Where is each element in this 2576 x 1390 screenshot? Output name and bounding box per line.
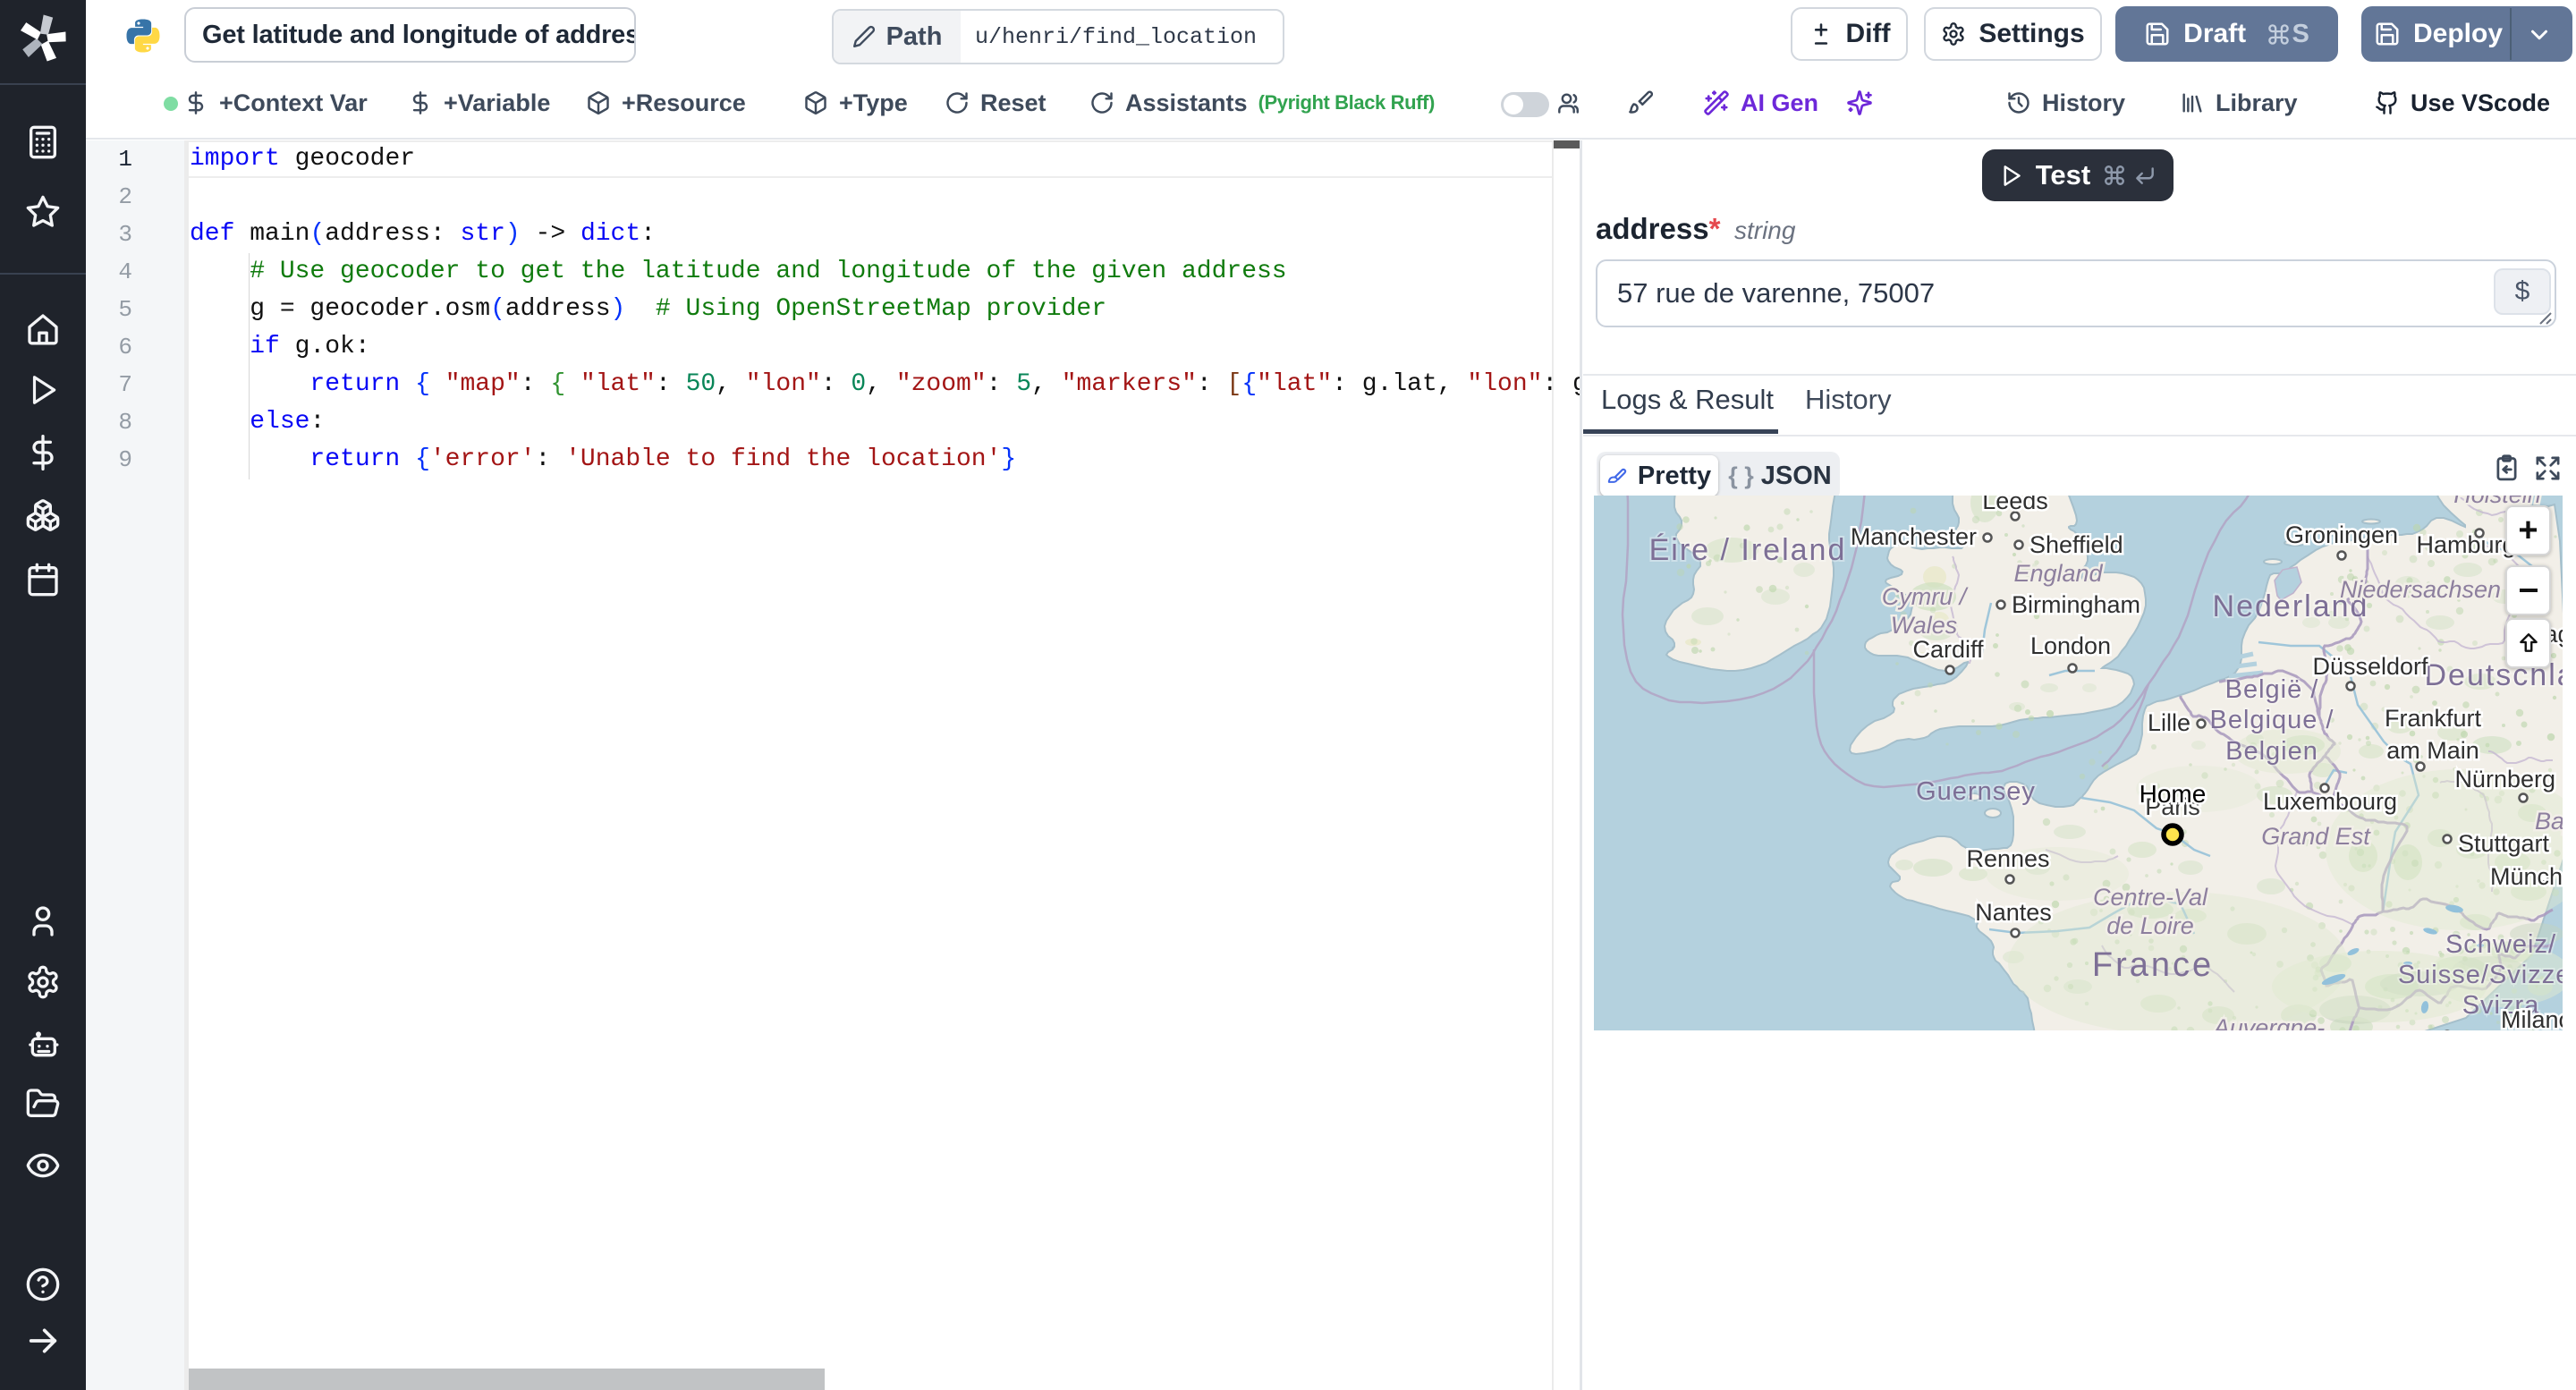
svg-text:Auvergne-: Auvergne- bbox=[2212, 1014, 2326, 1030]
svg-text:Sheffield: Sheffield bbox=[2029, 531, 2123, 558]
svg-text:am Main: am Main bbox=[2386, 737, 2479, 764]
svg-text:Milano: Milano bbox=[2501, 1006, 2563, 1030]
svg-text:België /: België / bbox=[2225, 675, 2319, 704]
svg-text:Guernsey: Guernsey bbox=[1916, 777, 2036, 806]
svg-text:Nantes: Nantes bbox=[1975, 899, 2052, 926]
svg-text:Belgien: Belgien bbox=[2225, 737, 2318, 766]
svg-text:Groningen: Groningen bbox=[2285, 521, 2398, 548]
svg-text:de Loire: de Loire bbox=[2106, 912, 2194, 939]
svg-text:Grand Est: Grand Est bbox=[2261, 823, 2371, 850]
svg-text:Düsseldorf: Düsseldorf bbox=[2312, 653, 2428, 680]
svg-text:Belgique /: Belgique / bbox=[2210, 706, 2334, 734]
svg-text:Manchester: Manchester bbox=[1851, 523, 1977, 550]
svg-text:Leeds: Leeds bbox=[1982, 496, 2048, 514]
svg-text:Centre-Val: Centre-Val bbox=[2093, 884, 2208, 911]
svg-text:France: France bbox=[2092, 946, 2214, 984]
svg-text:Éire / Ireland: Éire / Ireland bbox=[1649, 533, 1847, 567]
svg-text:Cardiff: Cardiff bbox=[1912, 636, 1984, 663]
svg-text:Suisse/Svizzera/: Suisse/Svizzera/ bbox=[2398, 961, 2563, 989]
svg-text:Frankfurt: Frankfurt bbox=[2385, 705, 2482, 732]
svg-text:Niedersachsen: Niedersachsen bbox=[2340, 576, 2501, 603]
svg-text:München: München bbox=[2490, 863, 2563, 890]
svg-text:Birmingham: Birmingham bbox=[2012, 591, 2140, 618]
svg-text:England: England bbox=[2013, 560, 2103, 587]
svg-text:Schweiz/: Schweiz/ bbox=[2445, 930, 2556, 959]
svg-text:Nürnberg: Nürnberg bbox=[2454, 766, 2555, 792]
svg-text:London: London bbox=[2030, 632, 2111, 659]
svg-text:Cymru /: Cymru / bbox=[1882, 583, 1969, 610]
svg-text:Stuttgart: Stuttgart bbox=[2458, 830, 2550, 857]
svg-text:Luxembourg: Luxembourg bbox=[2263, 788, 2397, 815]
svg-text:Hamburg: Hamburg bbox=[2416, 531, 2515, 558]
svg-text:Rennes: Rennes bbox=[1966, 845, 2049, 872]
svg-text:Home: Home bbox=[2140, 780, 2207, 808]
svg-text:Wales: Wales bbox=[1891, 612, 1958, 639]
svg-text:Lille: Lille bbox=[2148, 709, 2190, 736]
